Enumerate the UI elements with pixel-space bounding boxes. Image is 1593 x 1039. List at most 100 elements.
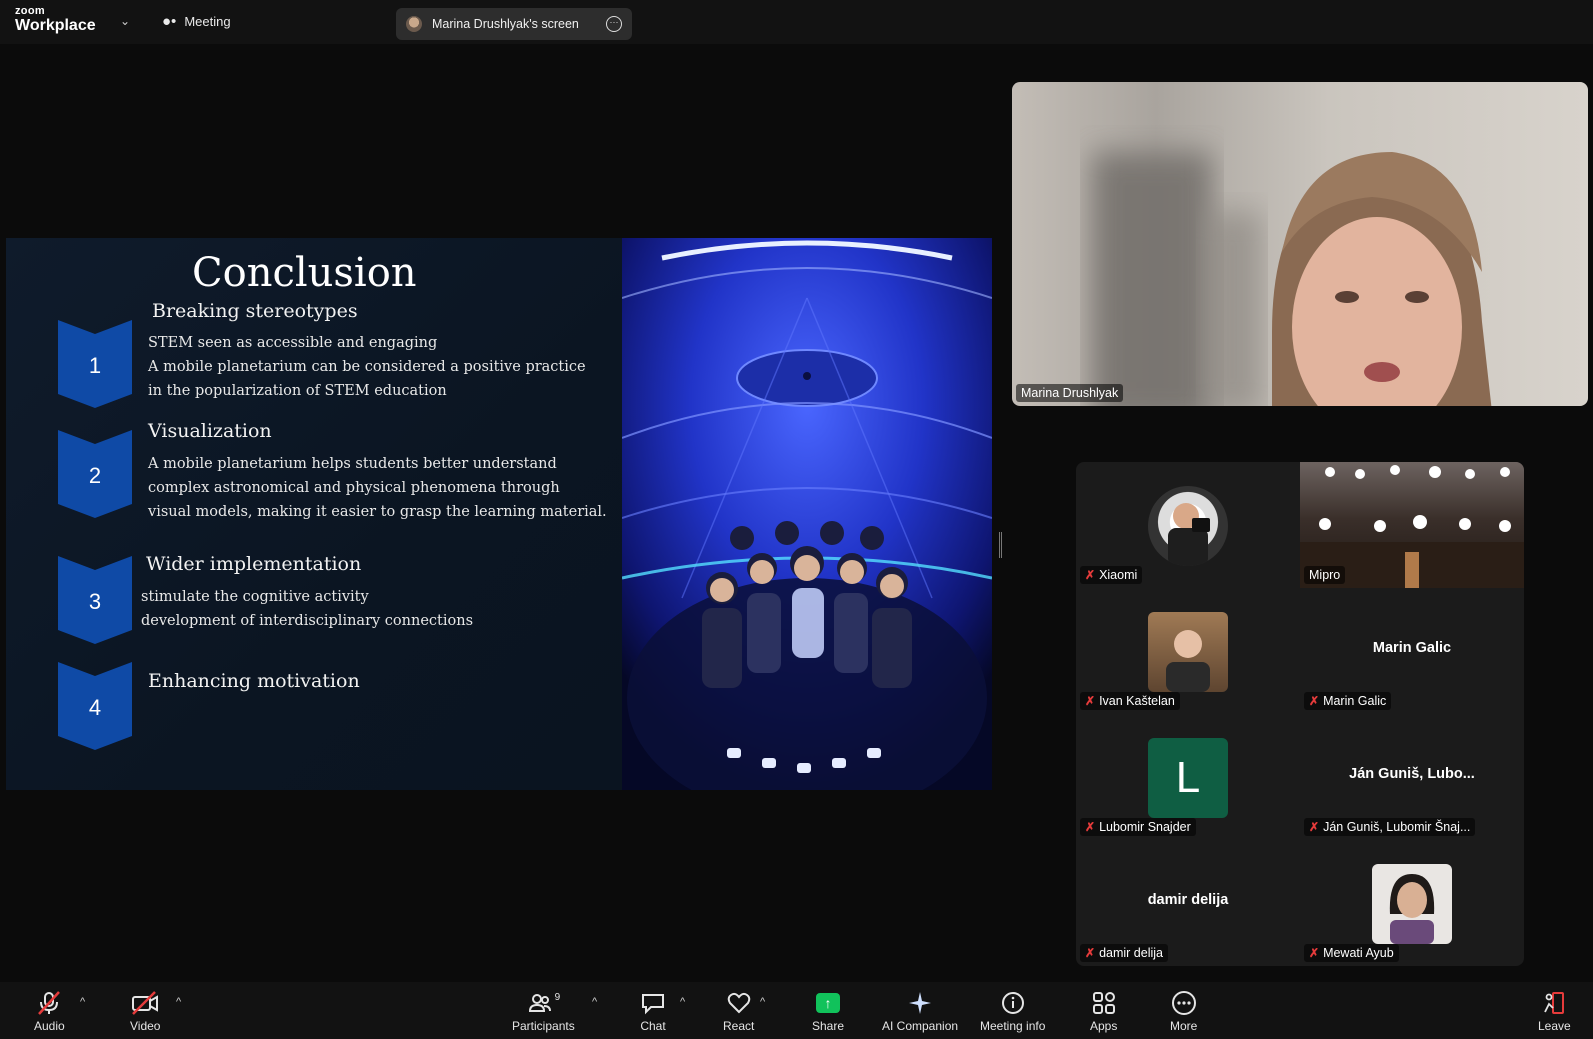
active-speaker-video[interactable]: Marina Drushlyak xyxy=(1012,82,1588,406)
audio-label: Audio xyxy=(34,1019,65,1033)
participant-name: Mipro xyxy=(1309,568,1341,582)
participant-name: Xiaomi xyxy=(1099,568,1138,582)
participants-icon: 9 xyxy=(527,990,561,1016)
participant-gallery: ✗ Xiaomi Mipro ✗ Ivan Kaštelan Marin Gal… xyxy=(1076,462,1524,966)
leave-label: Leave xyxy=(1538,1019,1571,1033)
participant-name-tag: ✗ Mewati Ayub xyxy=(1304,944,1399,962)
meeting-toolbar: Audio ^ Video ^ 9 Participants ^ Chat ^ … xyxy=(0,982,1593,1039)
top-bar: zoom Workplace ⌄ ●• Meeting Marina Drush… xyxy=(0,0,1593,44)
participant-name: Lubomir Snajder xyxy=(1099,820,1191,834)
chat-options-caret-icon[interactable]: ^ xyxy=(680,996,685,1008)
mic-muted-icon: ✗ xyxy=(1085,568,1096,582)
share-button[interactable]: ↑ Share xyxy=(812,990,844,1033)
participant-name: Marin Galic xyxy=(1323,694,1387,708)
participants-count: 9 xyxy=(554,991,561,1003)
section-line: A mobile planetarium helps students bett… xyxy=(148,456,557,472)
logo-big-text: Workplace xyxy=(15,17,96,34)
logo-small-text: zoom xyxy=(15,5,45,17)
sparkle-icon xyxy=(907,990,933,1016)
share-label: Share xyxy=(812,1019,845,1033)
more-options-icon[interactable]: ··· xyxy=(606,16,622,32)
ai-companion-button[interactable]: AI Companion xyxy=(882,990,958,1033)
leave-icon xyxy=(1541,990,1567,1016)
react-button[interactable]: React xyxy=(723,990,754,1033)
mic-muted-icon: ✗ xyxy=(1085,694,1096,708)
leave-button[interactable]: Leave xyxy=(1538,990,1571,1033)
people-icon: ●• xyxy=(162,13,177,30)
apps-label: Apps xyxy=(1090,1019,1118,1033)
chat-button[interactable]: Chat xyxy=(640,990,666,1033)
participant-display-name: damir delija xyxy=(1147,892,1229,908)
audio-options-caret-icon[interactable]: ^ xyxy=(80,996,85,1008)
mic-muted-icon xyxy=(36,990,62,1016)
participant-name-tag: ✗ Ivan Kaštelan xyxy=(1080,692,1180,710)
participant-tile[interactable]: ✗ Xiaomi xyxy=(1076,462,1300,588)
section-line: visual models, making it easier to grasp… xyxy=(148,504,607,520)
chevron-marker-2: 2 xyxy=(58,430,132,518)
participant-tile[interactable]: Ján Guniš, Lubo... ✗ Ján Guniš, Lubomir … xyxy=(1300,714,1524,840)
meeting-menu[interactable]: ●• Meeting xyxy=(162,13,231,30)
slide-text-panel: Conclusion 1 Breaking stereotypes STEM s… xyxy=(6,238,622,790)
participant-tile[interactable]: Marin Galic ✗ Marin Galic xyxy=(1300,588,1524,714)
section-heading: Wider implementation xyxy=(146,553,362,575)
react-options-caret-icon[interactable]: ^ xyxy=(760,996,765,1008)
planetarium-photo xyxy=(622,238,992,790)
participant-tile[interactable]: damir delija ✗ damir delija xyxy=(1076,840,1300,966)
participant-name-tag: ✗ Ján Guniš, Lubomir Šnaj... xyxy=(1304,818,1476,836)
zoom-workplace-logo[interactable]: zoom Workplace xyxy=(15,6,96,34)
meeting-label: Meeting xyxy=(184,14,231,29)
slide-title: Conclusion xyxy=(192,250,417,296)
section-text: STEM seen as accessible and engaging A m… xyxy=(148,331,586,403)
mic-muted-icon: ✗ xyxy=(1309,946,1320,960)
info-icon xyxy=(1000,990,1026,1016)
chat-label: Chat xyxy=(640,1019,666,1033)
panel-resize-handle[interactable] xyxy=(999,532,1002,558)
participant-avatar xyxy=(1372,864,1452,944)
mic-muted-icon: ✗ xyxy=(1085,820,1096,834)
more-button[interactable]: More xyxy=(1170,990,1197,1033)
participant-name-tag: Mipro xyxy=(1304,566,1346,584)
meeting-info-label: Meeting info xyxy=(980,1019,1046,1033)
ai-companion-label: AI Companion xyxy=(882,1019,959,1033)
participants-label: Participants xyxy=(512,1019,575,1033)
react-label: React xyxy=(723,1019,755,1033)
participant-tile[interactable]: Mipro xyxy=(1300,462,1524,588)
more-icon xyxy=(1171,990,1197,1016)
video-off-icon xyxy=(131,990,159,1016)
video-options-caret-icon[interactable]: ^ xyxy=(176,996,181,1008)
participant-avatar xyxy=(1148,486,1228,566)
video-button[interactable]: Video xyxy=(130,990,160,1033)
participant-tile[interactable]: L ✗ Lubomir Snajder xyxy=(1076,714,1300,840)
chat-icon xyxy=(640,990,666,1016)
section-line: complex astronomical and physical phenom… xyxy=(148,480,560,496)
participant-name-tag: ✗ Lubomir Snajder xyxy=(1080,818,1196,836)
section-heading: Enhancing motivation xyxy=(148,670,360,692)
meeting-info-button[interactable]: Meeting info xyxy=(980,990,1045,1033)
section-line: stimulate the cognitive activity xyxy=(141,589,369,605)
chevron-down-icon[interactable]: ⌄ xyxy=(120,14,130,28)
apps-button[interactable]: Apps xyxy=(1090,990,1117,1033)
section-line: in the popularization of STEM education xyxy=(148,383,447,399)
audio-button[interactable]: Audio xyxy=(34,990,65,1033)
section-text: stimulate the cognitive activity develop… xyxy=(141,585,473,633)
section-number: 3 xyxy=(88,589,102,614)
participant-display-name: Ján Guniš, Lubo... xyxy=(1349,766,1475,782)
mic-muted-icon: ✗ xyxy=(1085,946,1096,960)
section-number: 4 xyxy=(88,695,102,720)
participant-tile[interactable]: ✗ Ivan Kaštelan xyxy=(1076,588,1300,714)
speaker-name: Marina Drushlyak xyxy=(1021,386,1119,400)
more-label: More xyxy=(1170,1019,1198,1033)
mic-muted-icon: ✗ xyxy=(1309,694,1320,708)
presenter-avatar xyxy=(406,16,422,32)
chevron-marker-1: 1 xyxy=(58,320,132,408)
chevron-marker-4: 4 xyxy=(58,662,132,750)
share-screen-icon: ↑ xyxy=(816,990,841,1016)
participant-tile[interactable]: ✗ Mewati Ayub xyxy=(1300,840,1524,966)
section-text: A mobile planetarium helps students bett… xyxy=(148,452,607,524)
shared-slide: Conclusion 1 Breaking stereotypes STEM s… xyxy=(6,238,992,790)
screen-share-pill[interactable]: Marina Drushlyak's screen ··· xyxy=(396,8,632,40)
screen-share-label: Marina Drushlyak's screen xyxy=(432,17,579,31)
participant-display-name: Marin Galic xyxy=(1372,640,1452,656)
participants-options-caret-icon[interactable]: ^ xyxy=(592,996,597,1008)
participants-button[interactable]: 9 Participants xyxy=(512,990,575,1034)
